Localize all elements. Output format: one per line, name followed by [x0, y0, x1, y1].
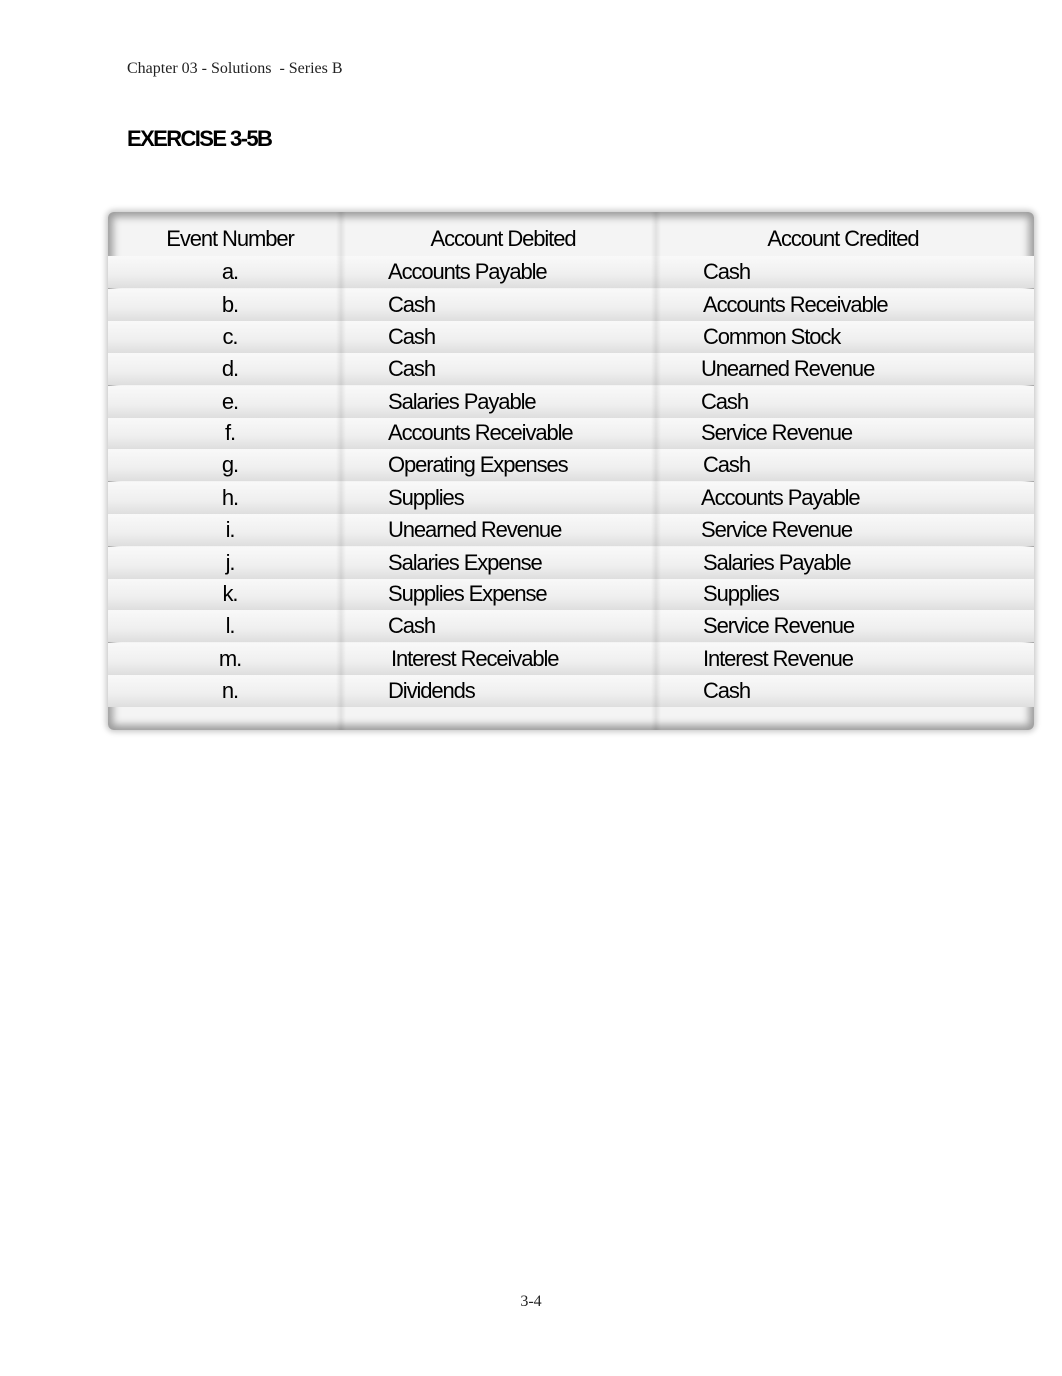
account-debited-cell: Operating Expenses [388, 452, 569, 477]
event-number-cell: j. [225, 550, 236, 575]
account-credited-cell: Supplies [703, 581, 780, 606]
column-header-account-debited: Account Debited [430, 226, 577, 251]
account-debited-cell: Supplies Expense [388, 581, 548, 606]
account-credited-cell: Cash [703, 259, 751, 284]
event-number-cell: m. [218, 646, 242, 671]
event-number-cell: f. [224, 420, 236, 445]
account-debited-cell: Cash [388, 356, 436, 381]
page-header: Chapter 03 - Solutions - Series B [127, 60, 343, 77]
column-divider [651, 212, 661, 730]
account-debited-cell: Salaries Payable [388, 389, 537, 414]
account-debited-cell: Cash [388, 324, 436, 349]
account-credited-cell: Cash [701, 389, 749, 414]
account-debited-cell: Cash [388, 292, 436, 317]
account-debited-cell: Dividends [388, 678, 476, 703]
page-number: 3-4 [520, 1293, 542, 1310]
account-credited-cell: Cash [703, 678, 751, 703]
account-debited-cell: Cash [388, 613, 436, 638]
event-number-cell: c. [222, 324, 239, 349]
account-debited-cell: Accounts Receivable [388, 420, 574, 445]
column-header-event-number: Event Number [166, 226, 295, 251]
account-credited-cell: Service Revenue [703, 613, 855, 638]
column-header-account-credited: Account Credited [767, 226, 919, 251]
account-credited-cell: Cash [703, 452, 751, 477]
journal-table: Event Number Account Debited Account Cre… [108, 212, 1034, 730]
account-debited-cell: Accounts Payable [388, 259, 548, 284]
account-credited-cell: Accounts Payable [701, 485, 861, 510]
event-number-cell: h. [221, 485, 239, 510]
account-credited-cell: Salaries Payable [703, 550, 852, 575]
account-credited-cell: Accounts Receivable [703, 292, 889, 317]
account-debited-cell: Interest Receivable [391, 646, 560, 671]
account-credited-cell: Service Revenue [701, 517, 853, 542]
account-credited-cell: Common Stock [703, 324, 841, 349]
account-debited-cell: Unearned Revenue [388, 517, 562, 542]
event-number-cell: g. [221, 452, 239, 477]
event-number-cell: k. [222, 581, 239, 606]
account-debited-cell: Salaries Expense [388, 550, 543, 575]
account-credited-cell: Service Revenue [701, 420, 853, 445]
event-number-cell: e. [221, 389, 239, 414]
event-number-cell: a. [221, 259, 239, 284]
event-number-cell: n. [221, 678, 239, 703]
event-number-cell: l. [225, 613, 236, 638]
event-number-cell: b. [221, 292, 239, 317]
exercise-title: EXERCISE 3-5B [127, 126, 273, 151]
account-credited-cell: Unearned Revenue [701, 356, 875, 381]
event-number-cell: i. [225, 517, 236, 542]
account-credited-cell: Interest Revenue [703, 646, 854, 671]
account-debited-cell: Supplies [388, 485, 465, 510]
event-number-cell: d. [221, 356, 239, 381]
